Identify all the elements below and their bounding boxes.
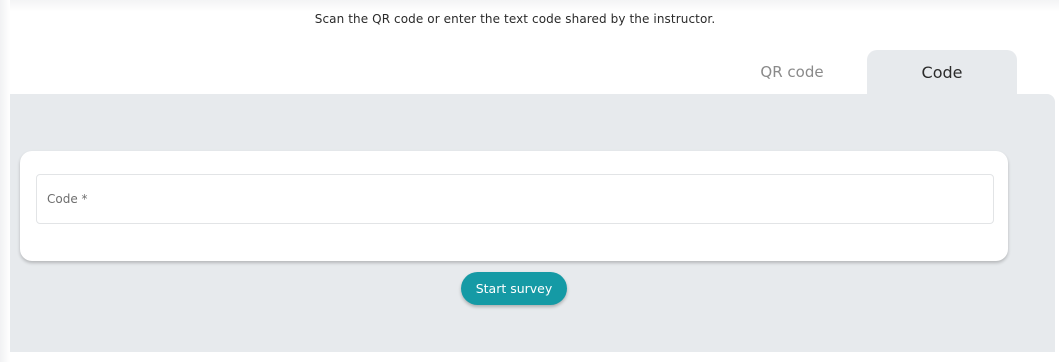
survey-join-page: Scan the QR code or enter the text code … — [0, 0, 1059, 362]
code-tab-panel: Start survey — [10, 94, 1055, 352]
top-shadow — [0, 0, 1059, 12]
tab-code[interactable]: Code — [867, 50, 1017, 94]
start-survey-button[interactable]: Start survey — [461, 272, 567, 305]
left-shade — [0, 0, 10, 362]
entry-method-tabs: QR code Code — [717, 50, 1017, 94]
code-form-card — [20, 151, 1008, 261]
instruction-text: Scan the QR code or enter the text code … — [314, 12, 716, 26]
tab-qr-code[interactable]: QR code — [717, 50, 867, 94]
code-input[interactable] — [36, 174, 994, 224]
